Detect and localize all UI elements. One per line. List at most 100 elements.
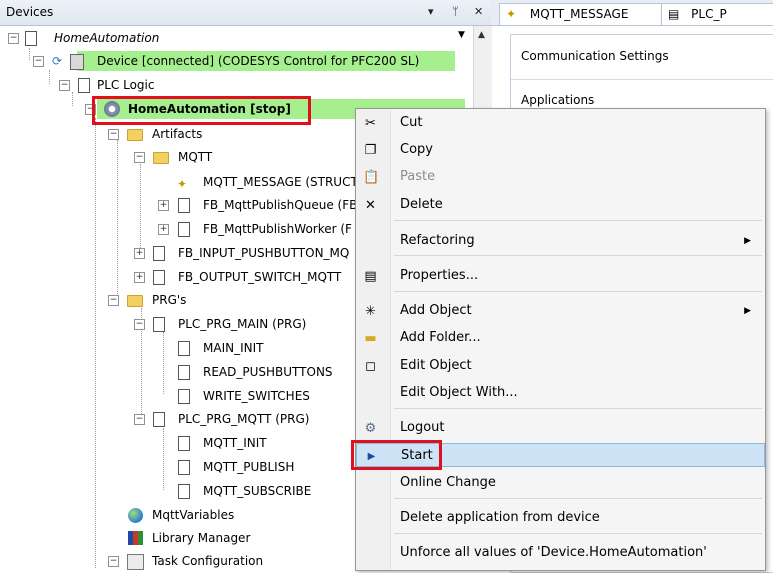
menu-item-label: Paste [400, 169, 436, 184]
submenu-arrow-icon: ▶ [744, 236, 751, 246]
tab-plc-prg[interactable]: ▤ PLC_P [661, 3, 773, 25]
menu-item-label: Copy [400, 142, 433, 157]
tree-item-label: PLC_PRG_MQTT (PRG) [178, 412, 310, 426]
tab-label: MQTT_MESSAGE [529, 7, 629, 21]
menu-item-delete-application[interactable]: Delete application from device [356, 506, 765, 530]
tree-item-label: Device [connected] (CODESYS Control for … [97, 54, 420, 68]
paste-icon: 📋 [363, 170, 380, 185]
menu-item-refactoring[interactable]: Refactoring ▶ [356, 229, 765, 253]
tree-item-label: Artifacts [152, 127, 203, 141]
menu-item-label: Edit Object With... [400, 385, 518, 400]
project-icon [25, 31, 37, 46]
library-icon [128, 531, 143, 545]
tree-item-label: Library Manager [152, 531, 251, 545]
tree-item-root[interactable]: − HomeAutomation [0, 28, 473, 48]
menu-item-cut[interactable]: ✂ Cut [356, 111, 765, 135]
device-icon [70, 54, 84, 70]
menu-item-label: Add Folder... [400, 330, 481, 345]
tree-item-label: FB_MqttPublishQueue (FB [203, 198, 358, 212]
program-icon [153, 317, 165, 332]
collapse-icon[interactable]: − [108, 556, 119, 567]
menu-item-logout[interactable]: ⚙ Logout [356, 416, 765, 440]
menu-item-online-change[interactable]: Online Change [356, 471, 765, 495]
menu-item-edit-object-with[interactable]: Edit Object With... [356, 381, 765, 405]
tab-mqtt-message[interactable]: ✦ MQTT_MESSAGE [499, 3, 663, 25]
panel-dropdown-icon[interactable]: ▾ [428, 5, 434, 18]
collapse-icon[interactable]: − [59, 80, 70, 91]
tree-item-label: MQTT_INIT [203, 436, 267, 450]
collapse-icon[interactable]: − [134, 152, 145, 163]
tree-item-label: MQTT [178, 150, 213, 164]
struct-icon: ✦ [177, 177, 188, 191]
menu-item-add-folder[interactable]: ▬ Add Folder... [356, 326, 765, 350]
tree-item-label: MAIN_INIT [203, 341, 264, 355]
action-icon [178, 460, 190, 475]
menu-item-label: Refactoring [400, 233, 475, 248]
folder-icon [127, 295, 143, 307]
tree-item-label: HomeAutomation [54, 31, 160, 45]
collapse-icon[interactable]: − [33, 56, 44, 67]
function-block-icon [178, 198, 190, 213]
pin-icon[interactable]: ᛘ [452, 5, 459, 18]
devices-panel-title: Devices [6, 5, 54, 19]
communication-settings-link[interactable]: Communication Settings [521, 49, 669, 63]
folder-icon [153, 152, 169, 164]
action-icon [178, 341, 190, 356]
annotation-red-box-start [351, 440, 442, 470]
menu-item-delete[interactable]: ✕ Delete [356, 193, 765, 217]
expand-icon[interactable]: + [158, 200, 169, 211]
tree-item-label: MQTT_PUBLISH [203, 460, 295, 474]
tree-item-plc-logic[interactable]: − PLC Logic [0, 75, 473, 95]
menu-item-paste[interactable]: 📋 Paste [356, 165, 765, 189]
plc-logic-icon [78, 78, 90, 93]
collapse-icon[interactable]: − [108, 129, 119, 140]
action-icon [178, 484, 190, 499]
folder-icon [127, 129, 143, 141]
menu-item-label: Cut [400, 115, 423, 130]
tree-item-label: FB_OUTPUT_SWITCH_MQTT [178, 270, 342, 284]
menu-item-label: Online Change [400, 475, 496, 490]
tree-item-label: WRITE_SWITCHES [203, 389, 310, 403]
action-icon [178, 389, 190, 404]
tree-item-label: MQTT_SUBSCRIBE [203, 484, 312, 498]
close-icon[interactable]: ✕ [474, 5, 483, 18]
menu-item-properties[interactable]: ▤ Properties... [356, 264, 765, 288]
applications-link[interactable]: Applications [521, 93, 594, 107]
collapse-icon[interactable]: − [134, 319, 145, 330]
tree-item-label: FB_INPUT_PUSHBUTTON_MQ [178, 246, 350, 260]
action-icon [178, 365, 190, 380]
annotation-red-box-application [92, 96, 311, 125]
logout-icon: ⚙ [364, 421, 377, 436]
tree-item-label: PRG's [152, 293, 187, 307]
editor-tab-bar: ✦ MQTT_MESSAGE ▤ PLC_P [491, 0, 773, 26]
menu-item-unforce[interactable]: Unforce all values of 'Device.HomeAutoma… [356, 541, 765, 565]
devices-panel-header: Devices ▾ ᛘ ✕ [0, 0, 491, 26]
add-object-icon: ✳ [365, 304, 376, 319]
tree-item-label: READ_PUSHBUTTONS [203, 365, 333, 379]
tree-item-label: MqttVariables [152, 508, 235, 522]
tree-item-label: PLC_PRG_MAIN (PRG) [178, 317, 307, 331]
action-icon: ▤ [668, 7, 680, 21]
tree-item-device-row[interactable]: − ⟳ Device [connected] (CODESYS Control … [0, 51, 473, 71]
menu-item-label: Properties... [400, 268, 479, 283]
collapse-icon[interactable]: − [134, 414, 145, 425]
expand-icon[interactable]: + [134, 272, 145, 283]
menu-item-label: Add Object [400, 303, 472, 318]
tree-item-label: FB_MqttPublishWorker (F [203, 222, 352, 236]
tree-item-label: PLC Logic [97, 78, 155, 92]
context-menu: ✂ Cut ❐ Copy 📋 Paste ✕ Delete Refactorin… [355, 108, 766, 571]
submenu-arrow-icon: ▶ [744, 306, 751, 316]
scroll-up-icon[interactable]: ▲ [478, 30, 485, 40]
menu-item-add-object[interactable]: ✳ Add Object ▶ [356, 299, 765, 323]
properties-icon: ▤ [364, 269, 377, 284]
function-block-icon [153, 246, 165, 261]
expand-icon[interactable]: + [134, 248, 145, 259]
menu-item-label: Edit Object [400, 358, 472, 373]
collapse-icon[interactable]: − [108, 295, 119, 306]
global-variables-icon [128, 508, 143, 523]
menu-item-label: Delete application from device [400, 510, 600, 525]
expand-icon[interactable]: + [158, 224, 169, 235]
menu-item-copy[interactable]: ❐ Copy [356, 138, 765, 162]
menu-item-edit-object[interactable]: ◻ Edit Object [356, 354, 765, 378]
collapse-icon[interactable]: − [8, 33, 19, 44]
